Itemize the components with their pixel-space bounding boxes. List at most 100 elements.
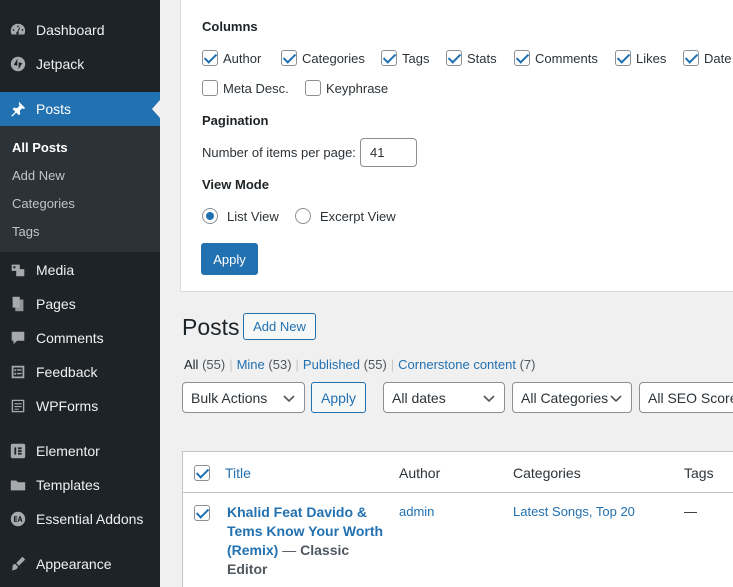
menu-item-feedback[interactable]: Feedback bbox=[0, 355, 160, 389]
view-mode-list[interactable]: List View bbox=[202, 208, 279, 224]
menu-item-appearance[interactable]: Appearance bbox=[0, 547, 160, 581]
filter-mine[interactable]: Mine (53) bbox=[237, 357, 292, 372]
menu-label: Comments bbox=[36, 330, 104, 346]
essential-addons-icon bbox=[8, 509, 28, 529]
feedback-icon bbox=[8, 362, 28, 382]
menu-label: WPForms bbox=[36, 398, 99, 414]
menu-item-dashboard[interactable]: Dashboard bbox=[0, 13, 160, 47]
radio-label: List View bbox=[227, 208, 279, 224]
menu-label: Templates bbox=[36, 477, 100, 493]
posts-submenu: All Posts Add New Categories Tags bbox=[0, 126, 160, 252]
current-menu-arrow bbox=[152, 100, 160, 118]
checkbox[interactable] bbox=[615, 50, 631, 66]
radio[interactable] bbox=[295, 208, 311, 224]
checkbox[interactable] bbox=[281, 50, 297, 66]
bulk-apply-button[interactable]: Apply bbox=[311, 382, 366, 413]
submenu-all-posts[interactable]: All Posts bbox=[12, 140, 68, 155]
bulk-actions-select[interactable]: Bulk Actions bbox=[182, 382, 305, 413]
media-icon bbox=[8, 260, 28, 280]
pin-icon bbox=[8, 99, 28, 119]
submenu-categories[interactable]: Categories bbox=[12, 196, 75, 211]
seo-filter-select[interactable]: All SEO Scores bbox=[639, 382, 733, 413]
post-tags: — bbox=[684, 504, 697, 519]
select-all-checkbox[interactable] bbox=[194, 465, 210, 481]
radio-label: Excerpt View bbox=[320, 208, 396, 224]
chevron-down-icon bbox=[610, 395, 622, 403]
posts-table: Title Author Categories Tags Khalid Feat… bbox=[182, 451, 733, 587]
column-toggle-author[interactable]: Author bbox=[202, 50, 261, 66]
menu-item-templates[interactable]: Templates bbox=[0, 468, 160, 502]
column-toggle-tags[interactable]: Tags bbox=[381, 50, 429, 66]
column-header-author: Author bbox=[399, 465, 441, 481]
menu-item-comments[interactable]: Comments bbox=[0, 321, 160, 355]
checkbox[interactable] bbox=[202, 80, 218, 96]
column-header-title[interactable]: Title bbox=[225, 465, 251, 481]
checkbox-label: Author bbox=[223, 50, 262, 66]
checkbox-label: Meta Desc. bbox=[223, 80, 289, 96]
menu-item-elementor[interactable]: Elementor bbox=[0, 434, 160, 468]
radio[interactable] bbox=[202, 208, 218, 224]
menu-label: Jetpack bbox=[36, 56, 85, 72]
table-header: Title Author Categories Tags bbox=[183, 452, 733, 493]
menu-item-wpforms[interactable]: WPForms bbox=[0, 389, 160, 423]
status-filter-links: All (55) | Mine (53) | Published (55) | Corner… bbox=[184, 357, 536, 372]
checkbox-label: Comments bbox=[535, 50, 598, 66]
pagination-heading: Pagination bbox=[202, 113, 269, 128]
column-toggle-stats[interactable]: Stats bbox=[446, 50, 497, 66]
view-mode-excerpt[interactable]: Excerpt View bbox=[295, 208, 396, 224]
checkbox[interactable] bbox=[683, 50, 699, 66]
elementor-icon bbox=[8, 441, 28, 461]
menu-label: Essential Addons bbox=[36, 511, 144, 527]
menu-item-media[interactable]: Media bbox=[0, 253, 160, 287]
post-author-link[interactable]: admin bbox=[399, 504, 434, 519]
submenu-add-new[interactable]: Add New bbox=[12, 168, 65, 183]
column-toggle-date[interactable]: Date bbox=[683, 50, 731, 66]
checkbox[interactable] bbox=[305, 80, 321, 96]
jetpack-icon bbox=[8, 54, 28, 74]
filter-published[interactable]: Published (55) bbox=[303, 357, 387, 372]
column-toggle-comments[interactable]: Comments bbox=[514, 50, 598, 66]
columns-heading: Columns bbox=[202, 19, 258, 34]
folder-icon bbox=[8, 475, 28, 495]
menu-label: Posts bbox=[36, 101, 72, 117]
menu-item-pages[interactable]: Pages bbox=[0, 287, 160, 321]
checkbox-label: Categories bbox=[302, 50, 365, 66]
menu-label: Media bbox=[36, 262, 75, 278]
category-filter-select[interactable]: All Categories bbox=[512, 382, 632, 413]
column-header-tags: Tags bbox=[684, 465, 714, 481]
post-title: Khalid Feat Davido & Tems Know Your Wort… bbox=[227, 503, 387, 579]
date-filter-select[interactable]: All dates bbox=[383, 382, 505, 413]
menu-label: Elementor bbox=[36, 443, 100, 459]
checkbox[interactable] bbox=[514, 50, 530, 66]
checkbox[interactable] bbox=[202, 50, 218, 66]
menu-item-essential-addons[interactable]: Essential Addons bbox=[0, 502, 160, 536]
chevron-down-icon bbox=[483, 395, 495, 403]
admin-sidebar: Dashboard Jetpack Posts All Posts Add Ne… bbox=[0, 0, 160, 587]
post-state-dash: — bbox=[282, 542, 297, 558]
column-toggle-categories[interactable]: Categories bbox=[281, 50, 365, 66]
screen-options-panel: Columns Author Categories Tags Stats Com… bbox=[180, 0, 733, 292]
filter-all[interactable]: All (55) bbox=[184, 357, 225, 372]
checkbox-label: Keyphrase bbox=[326, 80, 389, 96]
pages-icon bbox=[8, 294, 28, 314]
post-categories-link[interactable]: Latest Songs, Top 20 bbox=[513, 504, 635, 519]
per-page-input[interactable] bbox=[360, 138, 417, 167]
checkbox[interactable] bbox=[381, 50, 397, 66]
page-title: Posts bbox=[182, 314, 240, 340]
wpforms-icon bbox=[8, 396, 28, 416]
column-toggle-meta-desc[interactable]: Meta Desc. bbox=[202, 80, 289, 96]
submenu-tags[interactable]: Tags bbox=[12, 224, 39, 239]
comment-icon bbox=[8, 328, 28, 348]
menu-item-posts[interactable]: Posts bbox=[0, 92, 160, 126]
column-toggle-keyphrase[interactable]: Keyphrase bbox=[305, 80, 388, 96]
select-value: All dates bbox=[392, 389, 446, 406]
screen-options-apply-button[interactable]: Apply bbox=[201, 243, 258, 275]
add-new-button[interactable]: Add New bbox=[243, 313, 316, 340]
menu-label: Pages bbox=[36, 296, 76, 312]
filter-cornerstone[interactable]: Cornerstone content (7) bbox=[398, 357, 535, 372]
checkbox[interactable] bbox=[446, 50, 462, 66]
menu-item-jetpack[interactable]: Jetpack bbox=[0, 47, 160, 81]
row-checkbox[interactable] bbox=[194, 505, 210, 521]
column-toggle-likes[interactable]: Likes bbox=[615, 50, 666, 66]
brush-icon bbox=[8, 554, 28, 574]
